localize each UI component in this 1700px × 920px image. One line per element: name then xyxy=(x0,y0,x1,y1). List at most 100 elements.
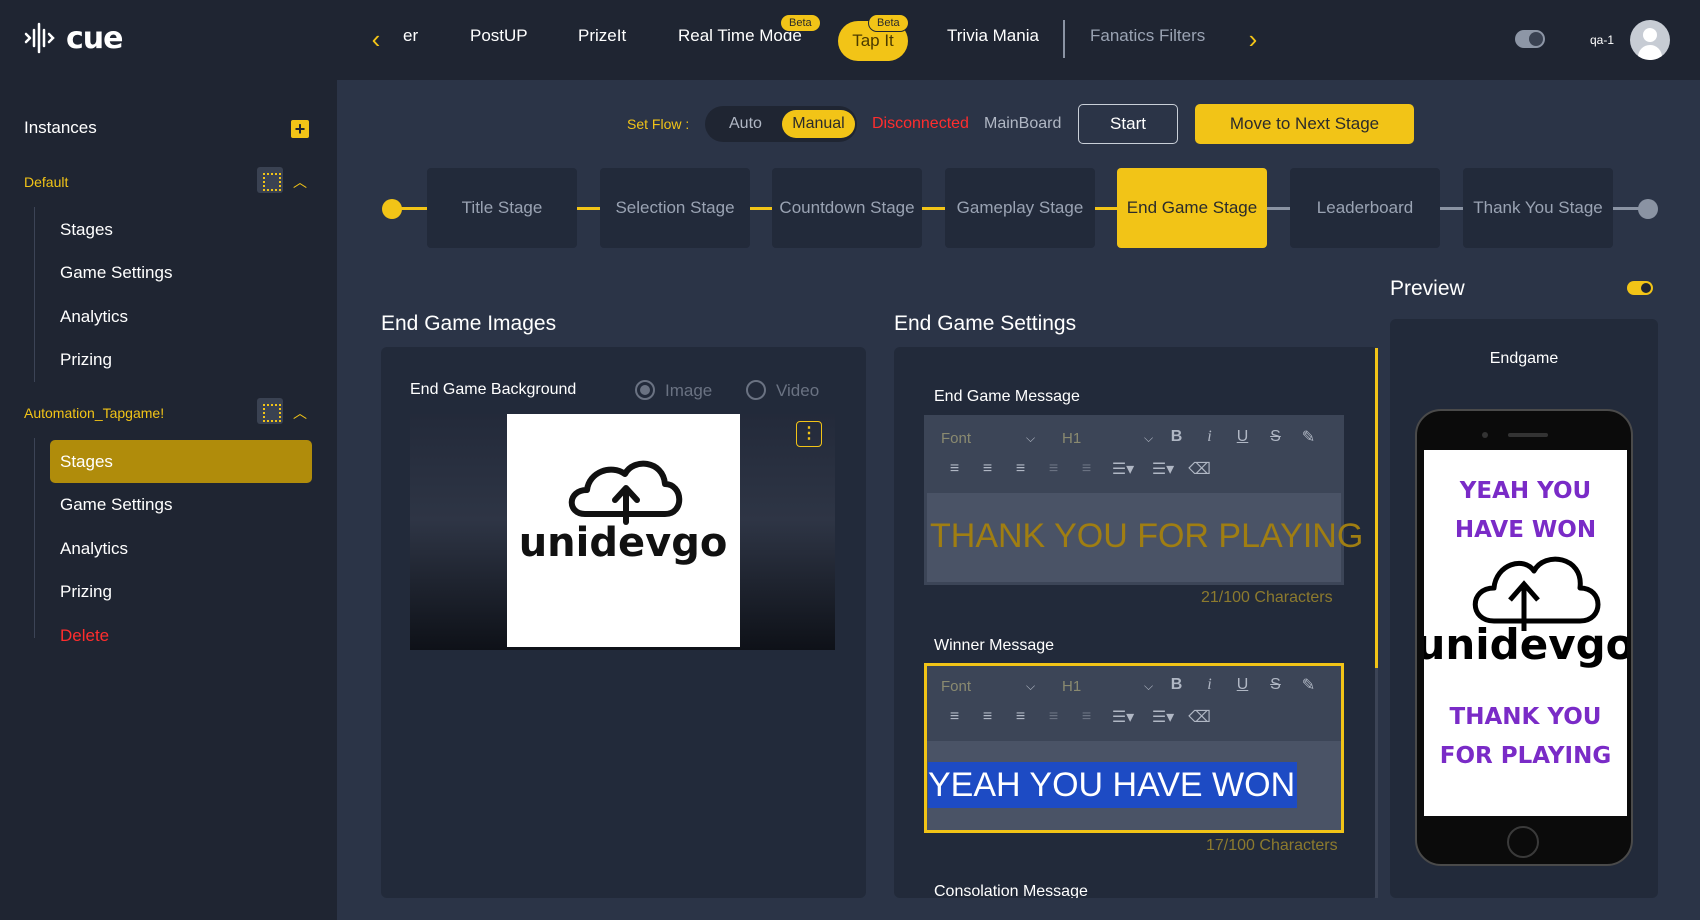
sidebar-item-stages-active[interactable]: Stages xyxy=(50,440,312,483)
sidebar-item-game-settings[interactable]: Game Settings xyxy=(60,495,172,515)
phone-camera xyxy=(1482,432,1488,438)
highlight-pen-icon[interactable]: ✎ xyxy=(1292,427,1325,447)
video-radio[interactable] xyxy=(746,380,766,400)
indent-icon[interactable]: ≡ xyxy=(1070,460,1103,478)
group-automation-tapgame[interactable]: Automation_Tapgame! xyxy=(24,405,164,421)
stage-gameplay[interactable]: Gameplay Stage xyxy=(945,168,1095,248)
italic-icon[interactable]: i xyxy=(1193,428,1226,446)
tree-line xyxy=(34,438,35,638)
chevron-down-icon[interactable]: ⌵ xyxy=(1026,431,1035,446)
chevron-up-icon[interactable]: ︿ xyxy=(293,403,307,423)
top-bar: cue ‹ er PostUP PrizeIt Real Time Mode B… xyxy=(0,0,1700,80)
winner-message-body[interactable]: YEAH YOU HAVE WON xyxy=(927,741,1341,830)
tab-postup[interactable]: PostUP xyxy=(470,26,528,46)
start-button[interactable]: Start xyxy=(1078,104,1178,144)
group-default[interactable]: Default xyxy=(24,174,68,190)
nav-next-arrow-icon[interactable]: › xyxy=(1240,26,1266,52)
stage-leaderboard[interactable]: Leaderboard xyxy=(1290,168,1440,248)
stage-selection[interactable]: Selection Stage xyxy=(600,168,750,248)
font-select[interactable]: Font xyxy=(941,678,971,695)
bullet-list-icon[interactable]: ☰▾ xyxy=(1143,707,1183,727)
end-message-text[interactable]: THANK YOU FOR PLAYING xyxy=(930,517,1363,556)
set-flow-label: Set Flow : xyxy=(627,116,690,132)
image-radio[interactable] xyxy=(635,380,655,400)
tab-fanatics-filters[interactable]: Fanatics Filters xyxy=(1090,26,1205,46)
image-radio-label[interactable]: Image xyxy=(665,381,712,401)
chevron-up-icon[interactable]: ︿ xyxy=(293,172,307,192)
stage-end-game[interactable]: End Game Stage xyxy=(1117,168,1267,248)
ordered-list-icon[interactable]: ☰▾ xyxy=(1103,707,1143,727)
align-center-icon[interactable]: ≡ xyxy=(971,460,1004,478)
chevron-down-icon[interactable]: ⌵ xyxy=(1144,679,1153,694)
heading-select[interactable]: H1 xyxy=(1062,430,1081,447)
outdent-icon[interactable]: ≡ xyxy=(1037,708,1070,726)
sidebar-item-delete[interactable]: Delete xyxy=(60,626,109,646)
stage-countdown[interactable]: Countdown Stage xyxy=(772,168,922,248)
preview-screen-title: Endgame xyxy=(1489,350,1559,367)
qr-code-icon[interactable] xyxy=(257,167,283,193)
settings-scrollbar-thumb[interactable] xyxy=(1375,348,1378,668)
ordered-list-icon[interactable]: ☰▾ xyxy=(1103,459,1143,479)
end-game-images-title: End Game Images xyxy=(381,312,557,335)
font-select[interactable]: Font xyxy=(941,430,971,447)
tab-er[interactable]: er xyxy=(403,26,418,46)
preview-logo-text: unidevgo xyxy=(1424,620,1627,669)
video-radio-label[interactable]: Video xyxy=(776,381,819,401)
flow-manual-option[interactable]: Manual xyxy=(782,110,855,138)
qr-code-icon[interactable] xyxy=(257,398,283,424)
end-message-body[interactable]: THANK YOU FOR PLAYING xyxy=(927,493,1363,582)
bold-icon[interactable]: B xyxy=(1160,676,1193,694)
consolation-message-label: Consolation Message xyxy=(934,883,1088,898)
cloud-upload-icon: unidevgo xyxy=(519,460,727,566)
sidebar-item-analytics[interactable]: Analytics xyxy=(60,307,128,327)
user-name: qa-1 xyxy=(1590,33,1615,47)
strikethrough-icon[interactable]: S xyxy=(1259,676,1292,694)
winner-message-count: 17/100 Characters xyxy=(1206,837,1338,854)
image-options-kebab-icon[interactable]: ⋮ xyxy=(796,421,822,447)
avatar[interactable] xyxy=(1630,20,1670,60)
nav-prev-arrow-icon[interactable]: ‹ xyxy=(363,26,389,52)
align-right-icon[interactable]: ≡ xyxy=(1004,708,1037,726)
connection-status: Disconnected xyxy=(872,115,969,132)
brand-name: cue xyxy=(66,20,123,56)
clear-format-icon[interactable]: ⌫ xyxy=(1183,707,1216,727)
indent-icon[interactable]: ≡ xyxy=(1070,708,1103,726)
highlight-pen-icon[interactable]: ✎ xyxy=(1292,675,1325,695)
beta-badge: Beta xyxy=(868,14,909,32)
add-instance-button[interactable]: + xyxy=(291,120,309,138)
align-center-icon[interactable]: ≡ xyxy=(971,708,1004,726)
tab-prizeit[interactable]: PrizeIt xyxy=(578,26,626,46)
tab-trivia-mania[interactable]: Trivia Mania xyxy=(947,26,1039,46)
underline-icon[interactable]: U xyxy=(1226,676,1259,694)
sidebar-item-game-settings[interactable]: Game Settings xyxy=(60,263,172,283)
chevron-down-icon[interactable]: ⌵ xyxy=(1144,431,1153,446)
sidebar-item-stages[interactable]: Stages xyxy=(60,220,113,240)
sidebar-item-prizing[interactable]: Prizing xyxy=(60,350,112,370)
theme-toggle-icon[interactable] xyxy=(1515,30,1545,48)
beta-badge: Beta xyxy=(780,14,821,32)
flow-auto-option[interactable]: Auto xyxy=(729,115,762,133)
italic-icon[interactable]: i xyxy=(1193,676,1226,694)
bullet-list-icon[interactable]: ☰▾ xyxy=(1143,459,1183,479)
underline-icon[interactable]: U xyxy=(1226,428,1259,446)
winner-message-text[interactable]: YEAH YOU HAVE WON xyxy=(928,762,1298,808)
next-stage-button[interactable]: Move to Next Stage xyxy=(1195,104,1414,144)
strikethrough-icon[interactable]: S xyxy=(1259,428,1292,446)
sidebar-item-analytics[interactable]: Analytics xyxy=(60,539,128,559)
chevron-down-icon[interactable]: ⌵ xyxy=(1026,679,1035,694)
tree-line xyxy=(34,207,35,382)
clear-format-icon[interactable]: ⌫ xyxy=(1183,459,1216,479)
preview-toggle-icon[interactable] xyxy=(1627,281,1653,295)
stage-thank-you[interactable]: Thank You Stage xyxy=(1463,168,1613,248)
heading-select[interactable]: H1 xyxy=(1062,678,1081,695)
bold-icon[interactable]: B xyxy=(1160,428,1193,446)
align-right-icon[interactable]: ≡ xyxy=(1004,460,1037,478)
stage-start-dot xyxy=(382,199,402,219)
end-message-label: End Game Message xyxy=(934,388,1080,405)
outdent-icon[interactable]: ≡ xyxy=(1037,460,1070,478)
preview-top-line-1: YEAH YOU xyxy=(1459,478,1592,504)
stage-title[interactable]: Title Stage xyxy=(427,168,577,248)
align-left-icon[interactable]: ≡ xyxy=(938,460,971,478)
sidebar-item-prizing[interactable]: Prizing xyxy=(60,582,112,602)
align-left-icon[interactable]: ≡ xyxy=(938,708,971,726)
